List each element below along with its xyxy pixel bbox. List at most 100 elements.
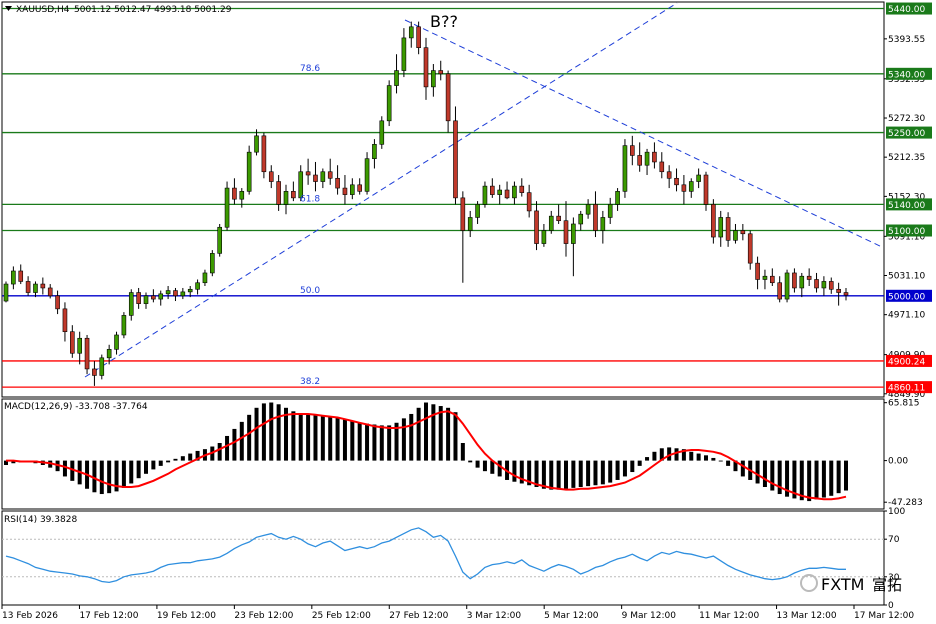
candle-body bbox=[92, 368, 97, 376]
rsi-tick-label: 70 bbox=[888, 535, 900, 545]
candle-body bbox=[11, 270, 16, 285]
candle-body bbox=[747, 233, 753, 264]
macd-histogram-bar bbox=[409, 413, 414, 461]
macd-histogram-bar bbox=[593, 460, 598, 486]
macd-histogram-bar bbox=[269, 402, 274, 461]
chart-window: 78.661.850.038.2 5393.555332.355272.3052… bbox=[0, 0, 936, 624]
candle-body bbox=[467, 217, 473, 231]
level-price-tag-label: 5340.00 bbox=[888, 70, 925, 80]
macd-histogram-bar bbox=[762, 460, 767, 487]
candle-body bbox=[711, 204, 716, 238]
candle-body bbox=[644, 151, 650, 166]
macd-histogram-bar bbox=[829, 460, 834, 496]
candle-body bbox=[453, 120, 458, 199]
macd-histogram-bar bbox=[239, 421, 244, 461]
candle-body bbox=[585, 204, 591, 215]
macd-histogram-bar bbox=[586, 460, 591, 487]
macd-histogram-bar bbox=[261, 403, 266, 461]
macd-histogram-bar bbox=[446, 407, 451, 461]
candle-body bbox=[607, 204, 613, 218]
macd-histogram-bar bbox=[225, 435, 230, 461]
candle-body bbox=[291, 191, 296, 199]
watermark-logo-text: FXTM bbox=[821, 575, 864, 594]
candle-body bbox=[165, 290, 171, 295]
macd-histogram-bar bbox=[144, 460, 148, 474]
candle-body bbox=[755, 262, 760, 280]
macd-histogram-bar bbox=[652, 451, 657, 461]
macd-histogram-bar bbox=[821, 460, 826, 498]
macd-histogram-bar bbox=[424, 402, 428, 461]
time-tick-label: 23 Feb 12:00 bbox=[234, 611, 293, 621]
price-tick-label: 4971.10 bbox=[888, 311, 925, 321]
fibonacci-level-label: 38.2 bbox=[300, 377, 320, 387]
candle-body bbox=[246, 151, 252, 192]
candle-body bbox=[843, 292, 849, 296]
candle-body bbox=[600, 217, 606, 231]
candle-body bbox=[445, 73, 451, 122]
macd-histogram-bar bbox=[497, 460, 502, 477]
candle-body bbox=[350, 184, 355, 195]
candle-body bbox=[799, 275, 805, 289]
candle-body bbox=[571, 223, 576, 244]
fibonacci-level-label: 78.6 bbox=[300, 64, 320, 74]
chart-header: XAUUSD,H4 5001.12 5012.47 4993.18 5001.2… bbox=[5, 5, 232, 15]
level-price-tag-label: 5440.00 bbox=[888, 5, 925, 15]
macd-histogram-bar bbox=[696, 453, 701, 461]
candle-body bbox=[526, 192, 532, 212]
macd-histogram-bar bbox=[637, 460, 642, 466]
candle-body bbox=[615, 191, 620, 205]
candle-body bbox=[431, 70, 436, 88]
candle-body bbox=[320, 171, 326, 182]
rsi-title: RSI(14) 39.3828 bbox=[4, 515, 77, 525]
macd-histogram-bar bbox=[416, 407, 421, 461]
candle-body bbox=[534, 210, 539, 244]
macd-histogram-bar bbox=[460, 443, 465, 461]
candle-body bbox=[512, 185, 517, 199]
time-tick-label: 9 Mar 12:00 bbox=[622, 611, 677, 621]
candle-body bbox=[423, 47, 429, 88]
macd-histogram-bar bbox=[482, 460, 487, 472]
candle-body bbox=[556, 215, 561, 222]
candle-body bbox=[792, 272, 797, 289]
macd-histogram-bar bbox=[571, 460, 576, 488]
candle-body bbox=[681, 184, 687, 192]
macd-histogram-bar bbox=[247, 414, 252, 461]
macd-tick-label: 65.815 bbox=[888, 399, 920, 409]
candle-body bbox=[106, 349, 112, 359]
macd-histogram-bar bbox=[615, 460, 620, 480]
macd-histogram-bar bbox=[740, 460, 745, 477]
macd-histogram-bar bbox=[807, 460, 812, 502]
candle-body bbox=[327, 171, 333, 179]
candle-body bbox=[806, 275, 812, 280]
trading-chart[interactable]: 78.661.850.038.2 5393.555332.355272.3052… bbox=[0, 0, 936, 624]
candle-body bbox=[814, 279, 819, 289]
macd-histogram-bar bbox=[306, 413, 311, 461]
macd-histogram-bar bbox=[578, 460, 583, 487]
candle-body bbox=[70, 331, 75, 354]
macd-histogram-bar bbox=[777, 460, 782, 495]
candle-body bbox=[659, 161, 665, 173]
time-tick-label: 3 Mar 12:00 bbox=[467, 611, 522, 621]
macd-histogram-bar bbox=[622, 460, 627, 477]
candle-body bbox=[232, 187, 237, 200]
candle-body bbox=[762, 275, 768, 280]
time-tick-label: 19 Feb 12:00 bbox=[157, 611, 216, 621]
macd-histogram-bar bbox=[512, 460, 517, 482]
macd-histogram-bar bbox=[350, 421, 355, 461]
candle-body bbox=[33, 283, 38, 293]
macd-histogram-bar bbox=[630, 460, 635, 473]
ohlc-readout: 5001.12 5012.47 4993.18 5001.29 bbox=[74, 5, 232, 15]
level-price-tag-label: 5140.00 bbox=[888, 201, 925, 211]
candle-body bbox=[718, 217, 724, 238]
level-price-tag-label: 4900.24 bbox=[888, 357, 925, 367]
candle-body bbox=[151, 295, 156, 300]
candle-body bbox=[504, 189, 510, 199]
macd-histogram-bar bbox=[320, 415, 325, 461]
macd-histogram-bar bbox=[438, 406, 443, 461]
candle-body bbox=[622, 145, 628, 192]
candle-body bbox=[652, 151, 657, 163]
candle-body bbox=[305, 171, 311, 176]
macd-histogram-bar bbox=[365, 423, 370, 461]
rsi-tick-label: 0 bbox=[888, 601, 894, 611]
candle-body bbox=[77, 337, 82, 354]
